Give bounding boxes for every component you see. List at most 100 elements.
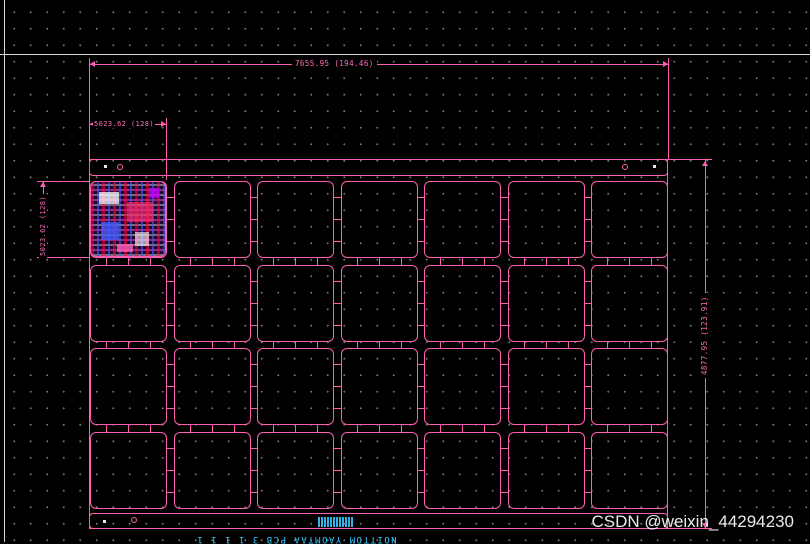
breakaway-tab — [523, 258, 525, 265]
breakaway-tab — [501, 219, 508, 220]
breakaway-tab — [150, 258, 151, 265]
breakaway-tab — [545, 425, 547, 432]
breakaway-tab — [317, 425, 318, 432]
cursor-crosshair-vertical — [4, 0, 5, 542]
breakaway-tab — [334, 469, 341, 471]
breakaway-tab — [167, 324, 174, 326]
breakaway-tab — [233, 425, 235, 432]
arrow-left-icon — [90, 61, 95, 67]
breakaway-tab — [334, 302, 341, 304]
breakaway-tab — [334, 408, 341, 409]
panel-height-dimension-text: 4877.95 (123.91) — [700, 293, 709, 378]
breakaway-tab — [334, 324, 341, 326]
breakaway-tab — [440, 425, 441, 432]
breakaway-tab — [629, 258, 630, 265]
breakaway-tab — [334, 447, 341, 449]
arrow-right-icon — [663, 61, 668, 67]
panel-unit[interactable] — [507, 264, 585, 342]
panel-unit[interactable] — [507, 181, 585, 258]
breakaway-tab — [567, 258, 569, 265]
breakaway-tab — [167, 491, 174, 493]
breakaway-tab — [462, 425, 463, 432]
breakaway-tab — [167, 280, 174, 282]
breakaway-tab — [295, 258, 296, 265]
panel-unit[interactable] — [507, 431, 585, 509]
arrow-right-icon — [161, 121, 166, 127]
breakaway-tab — [629, 425, 630, 432]
panel-unit[interactable] — [591, 431, 668, 509]
breakaway-tab — [167, 469, 174, 471]
breakaway-tab — [356, 425, 358, 432]
breakaway-tab — [378, 258, 380, 265]
pcb-layout-thumbnail-icon[interactable] — [90, 181, 166, 257]
panel-unit[interactable] — [424, 348, 501, 425]
panel-unit[interactable] — [173, 431, 251, 509]
panel-unit[interactable] — [173, 181, 251, 258]
panel-unit[interactable] — [257, 181, 334, 258]
panel-unit[interactable] — [90, 431, 167, 509]
pcb-component — [149, 188, 159, 198]
cursor-crosshair-horizontal — [0, 54, 810, 55]
breakaway-tab — [651, 258, 652, 265]
breakaway-tab — [523, 425, 525, 432]
panel-unit[interactable] — [173, 348, 251, 425]
panel-unit[interactable] — [257, 348, 334, 425]
panel-unit[interactable] — [340, 181, 418, 258]
panel-unit[interactable] — [90, 348, 167, 425]
breakaway-tab — [167, 447, 174, 449]
breakaway-tab — [440, 258, 441, 265]
breakaway-tab — [484, 258, 485, 265]
breakaway-tab — [167, 408, 174, 409]
breakaway-tab — [501, 241, 508, 242]
breakaway-tab — [189, 425, 191, 432]
panel-unit[interactable] — [340, 431, 418, 509]
panel-unit[interactable] — [173, 264, 251, 342]
breakaway-tab — [501, 302, 508, 304]
panel-unit[interactable] — [507, 348, 585, 425]
fiducial-dot-icon — [104, 165, 107, 168]
breakaway-tab — [607, 258, 608, 265]
breakaway-tab — [651, 425, 652, 432]
panel-unit[interactable] — [591, 181, 668, 258]
breakaway-tab — [501, 491, 508, 493]
breakaway-tab — [501, 447, 508, 449]
panel-unit[interactable] — [424, 181, 501, 258]
panel-width-extension-left — [89, 58, 90, 160]
breakaway-tab — [334, 241, 341, 242]
breakaway-tab — [501, 408, 508, 409]
breakaway-tab — [607, 425, 608, 432]
panel-unit[interactable] — [340, 348, 418, 425]
pcb-component — [117, 244, 133, 252]
breakaway-tab — [334, 219, 341, 220]
breakaway-tab — [400, 258, 402, 265]
breakaway-tab — [273, 425, 274, 432]
breakaway-tab — [334, 280, 341, 282]
panel-unit[interactable] — [424, 264, 501, 342]
panel-width-dimension-line — [90, 64, 668, 65]
panel-unit[interactable] — [90, 264, 167, 342]
breakaway-tab — [295, 425, 296, 432]
breakaway-tab — [317, 258, 318, 265]
breakaway-tab — [150, 425, 151, 432]
breakaway-tab — [501, 469, 508, 471]
arrow-up-icon — [702, 161, 708, 166]
breakaway-tab — [167, 386, 174, 387]
panel-unit[interactable] — [340, 264, 418, 342]
fiducial-dot-icon — [653, 165, 656, 168]
bottom-rail — [89, 513, 668, 529]
breakaway-tab — [400, 425, 402, 432]
panel-unit[interactable] — [424, 431, 501, 509]
breakaway-tab — [211, 425, 213, 432]
panel-unit[interactable] — [591, 348, 668, 425]
silkscreen-logo-icon — [318, 517, 354, 527]
pcb-component — [101, 222, 119, 240]
panel-unit[interactable] — [591, 264, 668, 342]
panel-unit[interactable] — [257, 264, 334, 342]
csdn-watermark: CSDN @weixin_44294230 — [591, 512, 794, 531]
breakaway-tab — [167, 219, 174, 220]
panel-unit[interactable] — [257, 431, 334, 509]
breakaway-tab — [211, 258, 213, 265]
unit-height-dimension-text: 5023.62 (128) — [39, 194, 47, 258]
tooling-hole-icon — [117, 164, 123, 170]
breakaway-tab — [167, 302, 174, 304]
